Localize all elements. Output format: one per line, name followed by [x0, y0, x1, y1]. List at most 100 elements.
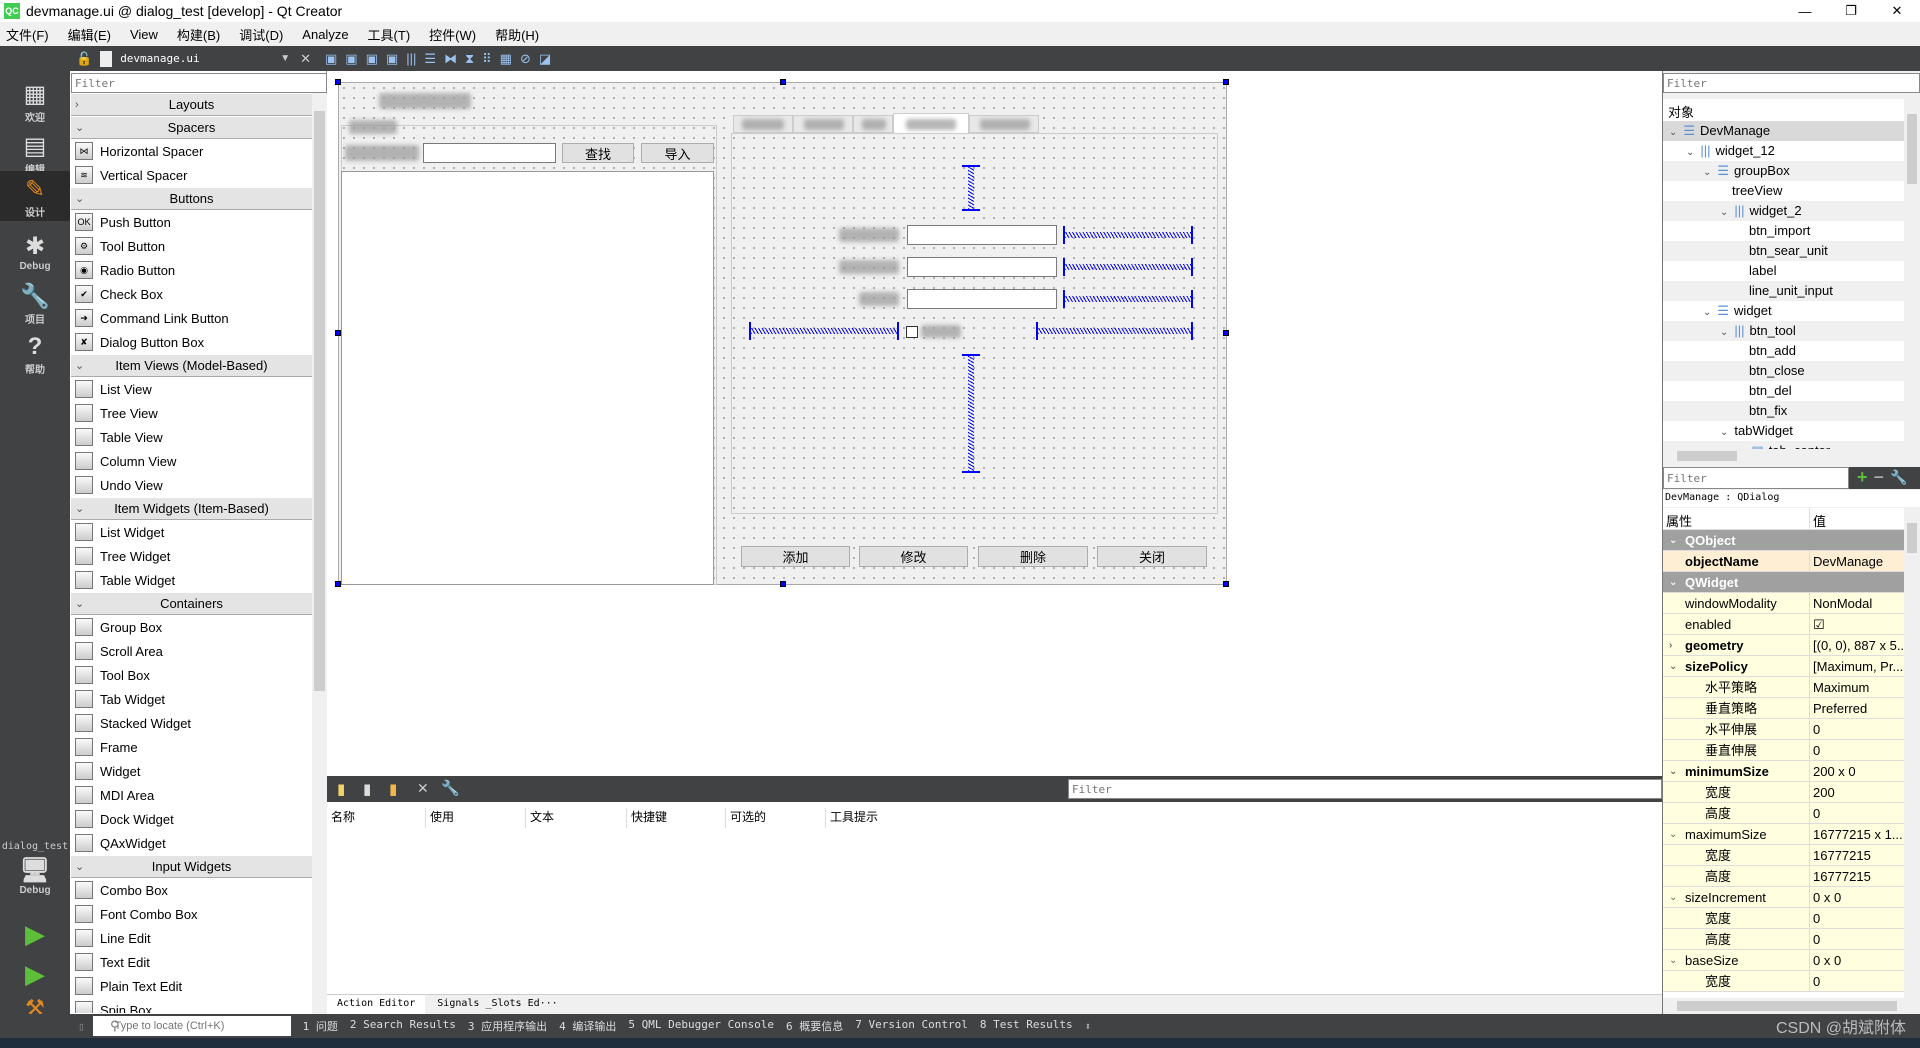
- mode-help[interactable]: ? 帮助: [0, 333, 70, 376]
- add-dynamic-property-icon[interactable]: +: [1857, 467, 1868, 489]
- property-value[interactable]: 16777215: [1810, 866, 1904, 886]
- horizontal-spacer-3[interactable]: [1063, 290, 1193, 308]
- widget-item-frame[interactable]: Frame: [71, 735, 312, 759]
- menu-analyze[interactable]: Analyze: [302, 27, 348, 42]
- category-input-widgets[interactable]: ⌄ Input Widgets: [71, 855, 312, 878]
- property-row[interactable]: 水平伸展 0: [1663, 719, 1904, 740]
- property-value[interactable]: 0: [1810, 908, 1904, 928]
- new-action-icon[interactable]: ▮: [337, 780, 345, 798]
- property-value[interactable]: Maximum: [1810, 677, 1904, 697]
- remove-property-icon[interactable]: −: [1874, 467, 1885, 489]
- widget-item-dialog-button-box[interactable]: ✘ Dialog Button Box: [71, 330, 312, 354]
- property-group[interactable]: ⌄ QObject: [1663, 530, 1904, 551]
- btn-add[interactable]: 添加: [741, 546, 850, 567]
- tab-1[interactable]: [733, 115, 793, 133]
- widget-item-mdi-area[interactable]: MDI Area: [71, 783, 312, 807]
- action-filter-input[interactable]: [1068, 779, 1662, 799]
- configure-wrench-icon[interactable]: 🔧: [441, 779, 460, 797]
- btn-import[interactable]: 导入: [641, 143, 714, 163]
- property-value[interactable]: 16777215 x 1...: [1810, 824, 1904, 844]
- chevron-down-icon[interactable]: ⌄: [1720, 327, 1728, 338]
- object-inspector-hscrollbar[interactable]: [1663, 449, 1920, 463]
- widget-item-horizontal-spacer[interactable]: ⋈ Horizontal Spacer: [71, 139, 312, 163]
- resize-handle[interactable]: [335, 581, 341, 587]
- menu-view[interactable]: View: [130, 27, 158, 42]
- maximize-button[interactable]: ❐: [1828, 0, 1874, 22]
- widget-item-table-view[interactable]: Table View: [71, 425, 312, 449]
- close-document-icon[interactable]: ✕: [300, 51, 311, 67]
- widget-item-spin-box[interactable]: Spin Box: [71, 998, 312, 1013]
- file-dropdown-icon[interactable]: ▼: [280, 53, 290, 64]
- menu-help[interactable]: 帮助(H): [495, 25, 539, 44]
- object-tree-item[interactable]: ⌄ ||| btn_tool: [1663, 321, 1904, 341]
- menu-file[interactable]: 文件(F): [6, 25, 49, 44]
- property-value[interactable]: 0: [1810, 929, 1904, 949]
- configure-wrench-icon[interactable]: 🔧: [1890, 467, 1907, 489]
- edit-widgets-icon[interactable]: ▣: [325, 51, 337, 67]
- col-name[interactable]: 名称: [327, 808, 426, 828]
- layout-h-splitter-icon[interactable]: ⧓: [444, 51, 457, 67]
- widget-item-list-widget[interactable]: List Widget: [71, 520, 312, 544]
- chevron-down-icon[interactable]: ⌄: [1669, 761, 1677, 781]
- category-spacers[interactable]: ⌄ Spacers: [71, 116, 312, 139]
- property-row[interactable]: windowModality NonModal: [1663, 593, 1904, 614]
- property-value[interactable]: 0 x 0: [1810, 950, 1904, 970]
- widget-item-push-button[interactable]: OK Push Button: [71, 210, 312, 234]
- property-row[interactable]: 高度 0: [1663, 803, 1904, 824]
- layout-form-icon[interactable]: ⠿: [482, 51, 492, 67]
- tab-3[interactable]: [853, 115, 893, 133]
- chevron-down-icon[interactable]: ⌄: [1720, 427, 1728, 438]
- property-row[interactable]: enabled ☑: [1663, 614, 1904, 635]
- resize-handle[interactable]: [780, 79, 786, 85]
- mode-projects[interactable]: 🔧 项目: [0, 283, 70, 326]
- toggle-sidebar-icon[interactable]: ▯: [78, 1020, 85, 1033]
- chevron-down-icon[interactable]: ⌄: [1669, 127, 1677, 138]
- category-layouts[interactable]: › Layouts: [71, 93, 312, 116]
- object-tree-item[interactable]: btn_fix: [1663, 401, 1904, 421]
- layout-horizontal-icon[interactable]: |||: [406, 51, 416, 67]
- chevron-right-icon[interactable]: ›: [1669, 635, 1672, 655]
- delete-action-icon[interactable]: ✕: [417, 780, 429, 797]
- chevron-down-icon[interactable]: ⌄: [1669, 656, 1677, 676]
- menu-debug[interactable]: 调试(D): [239, 25, 283, 44]
- resize-handle[interactable]: [335, 330, 341, 336]
- close-window-button[interactable]: ✕: [1874, 0, 1920, 22]
- property-value[interactable]: 0 x 0: [1810, 887, 1904, 907]
- btn-close[interactable]: 关闭: [1097, 546, 1207, 567]
- property-row[interactable]: objectName DevManage: [1663, 551, 1904, 572]
- object-tree-item[interactable]: line_unit_input: [1663, 281, 1904, 301]
- edit-signals-slots-icon[interactable]: ▣: [345, 51, 357, 67]
- resize-handle[interactable]: [1223, 79, 1229, 85]
- output-pane-button[interactable]: 1 问题: [303, 1018, 338, 1034]
- chevron-down-icon[interactable]: ⌄: [1703, 167, 1711, 178]
- widget-item-column-view[interactable]: Column View: [71, 449, 312, 473]
- object-tree-item[interactable]: treeView: [1663, 181, 1904, 201]
- checkbox[interactable]: [906, 326, 918, 338]
- category-item-widgets-item-based-[interactable]: ⌄ Item Widgets (Item-Based): [71, 497, 312, 520]
- resize-handle[interactable]: [335, 79, 341, 85]
- output-pane-button[interactable]: 5 QML Debugger Console: [628, 1018, 774, 1034]
- menu-widgets[interactable]: 控件(W): [429, 25, 476, 44]
- property-row[interactable]: ⌄ sizeIncrement 0 x 0: [1663, 887, 1904, 908]
- edit-tab-order-icon[interactable]: ▣: [386, 51, 398, 67]
- resize-handle[interactable]: [1223, 330, 1229, 336]
- horizontal-spacer-5[interactable]: [1036, 322, 1193, 340]
- widget-item-plain-text-edit[interactable]: Plain Text Edit: [71, 974, 312, 998]
- col-value[interactable]: 值: [1810, 508, 1829, 529]
- menu-build[interactable]: 构建(B): [177, 25, 220, 44]
- property-row[interactable]: 宽度 0: [1663, 971, 1904, 992]
- property-filter-input[interactable]: [1663, 467, 1849, 489]
- object-tree-item[interactable]: ⌄ ☰ groupBox: [1663, 161, 1904, 181]
- kit-selector[interactable]: 🖥 Debug: [0, 857, 70, 896]
- category-item-views-model-based-[interactable]: ⌄ Item Views (Model-Based): [71, 354, 312, 377]
- chevron-down-icon[interactable]: ⌄: [1669, 950, 1677, 970]
- widget-item-radio-button[interactable]: ◉ Radio Button: [71, 258, 312, 282]
- property-value[interactable]: [(0, 0), 887 x 5...: [1810, 635, 1904, 655]
- widget-list-scrollbar[interactable]: [312, 93, 327, 1014]
- object-tree-item[interactable]: ⌄▤tab_center: [1663, 441, 1904, 449]
- object-tree-item[interactable]: ⌄ ☰ DevManage: [1663, 121, 1904, 141]
- object-tree-item[interactable]: btn_del: [1663, 381, 1904, 401]
- object-tree-item[interactable]: ⌄ ||| widget_12: [1663, 141, 1904, 161]
- property-row[interactable]: 垂直伸展 0: [1663, 740, 1904, 761]
- widget-item-undo-view[interactable]: Undo View: [71, 473, 312, 497]
